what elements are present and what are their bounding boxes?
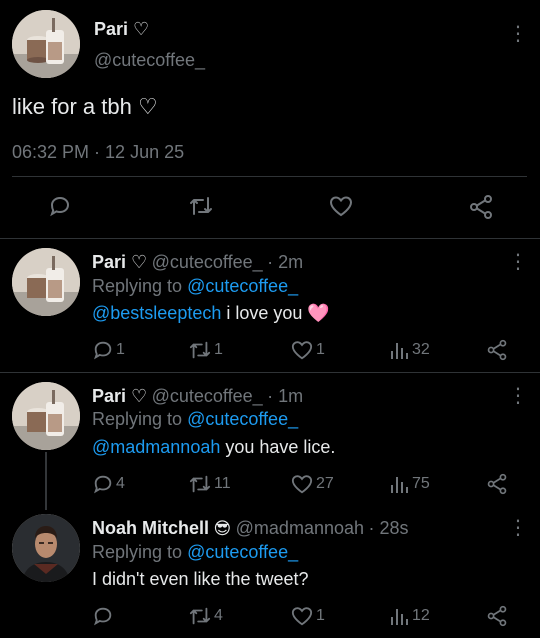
divider: [12, 176, 527, 177]
handle[interactable]: @cutecoffee_: [152, 252, 263, 272]
views-count: 75: [412, 475, 430, 492]
retweet-count: 4: [214, 607, 223, 624]
avatar-noah-image: [12, 514, 80, 582]
reply-button[interactable]: [92, 605, 116, 627]
more-icon[interactable]: ⋮: [508, 386, 528, 406]
more-icon[interactable]: ⋮: [508, 252, 528, 272]
display-name[interactable]: Pari ♡: [92, 252, 147, 272]
retweet-button[interactable]: 1: [188, 339, 223, 361]
retweet-icon: [189, 607, 211, 625]
reply-count: 4: [116, 475, 125, 492]
handle[interactable]: @madmannoah: [236, 518, 364, 538]
divider: [0, 238, 540, 239]
views-count: 12: [412, 607, 430, 624]
views-button[interactable]: 12: [390, 605, 430, 627]
share-icon[interactable]: [486, 473, 508, 500]
views-icon: [391, 609, 408, 625]
replying-prefix: Replying to: [92, 276, 183, 296]
avatar[interactable]: [12, 248, 80, 316]
replying-to: Replying to @cutecoffee_: [92, 276, 298, 297]
replying-to-link[interactable]: @cutecoffee_: [187, 542, 298, 562]
handle[interactable]: @cutecoffee_: [94, 50, 205, 71]
replying-to: Replying to @cutecoffee_: [92, 409, 298, 430]
thread-line: [45, 452, 47, 510]
reply-text: I didn't even like the tweet?: [92, 569, 309, 589]
like-icon: [291, 341, 313, 360]
avatar[interactable]: [12, 10, 80, 78]
replying-to: Replying to @cutecoffee_: [92, 542, 298, 563]
views-button[interactable]: 75: [390, 473, 430, 495]
replying-to-link[interactable]: @cutecoffee_: [187, 409, 298, 429]
share-icon[interactable]: [486, 339, 508, 366]
retweet-button[interactable]: 4: [188, 605, 223, 627]
like-icon: [291, 475, 313, 494]
tweet-text: like for a tbh ♡: [12, 94, 158, 119]
replying-prefix: Replying to: [92, 409, 183, 429]
reply-text: @madmannoah you have lice.: [92, 437, 335, 458]
replying-prefix: Replying to: [92, 542, 183, 562]
reply-age: · 2m: [267, 252, 304, 272]
display-name[interactable]: Noah Mitchell: [92, 518, 209, 538]
reply-count: 1: [116, 341, 125, 358]
reply-button[interactable]: 4: [92, 473, 125, 495]
like-icon: [291, 607, 313, 626]
reply-age: · 28s: [368, 518, 409, 538]
sunglasses-emoji: 😎: [213, 519, 232, 538]
retweet-count: 1: [214, 341, 223, 358]
retweet-button[interactable]: 11: [188, 473, 231, 495]
avatar-coffee-image: [12, 382, 80, 450]
like-count: 1: [316, 341, 325, 358]
reply-header: Pari ♡ @cutecoffee_ · 2m: [92, 252, 303, 273]
avatar-coffee-image: [12, 10, 80, 78]
reply-text: @bestsleeptech i love you 🩷: [92, 303, 330, 324]
display-name[interactable]: Pari ♡: [94, 19, 149, 40]
like-count: 27: [316, 475, 334, 492]
reply-button[interactable]: 1: [92, 339, 125, 361]
reply-body: you have lice.: [220, 437, 336, 457]
retweet-icon[interactable]: [188, 194, 214, 223]
views-count: 32: [412, 341, 430, 358]
divider: [0, 372, 540, 373]
views-icon: [391, 477, 408, 493]
replying-to-link[interactable]: @cutecoffee_: [187, 276, 298, 296]
handle[interactable]: @cutecoffee_: [152, 386, 263, 406]
avatar-coffee-image: [12, 248, 80, 316]
like-button[interactable]: 27: [290, 473, 334, 495]
views-button[interactable]: 32: [390, 339, 430, 361]
like-button[interactable]: 1: [290, 339, 325, 361]
display-name[interactable]: Pari ♡: [92, 386, 147, 406]
like-button[interactable]: 1: [290, 605, 325, 627]
tweet-timestamp: 06:32 PM · 12 Jun 25: [12, 142, 185, 162]
more-icon[interactable]: ⋮: [508, 518, 528, 538]
retweet-icon: [189, 341, 211, 359]
avatar[interactable]: [12, 514, 80, 582]
like-count: 1: [316, 607, 325, 624]
views-icon: [391, 343, 408, 359]
reply-icon: [94, 607, 112, 626]
avatar[interactable]: [12, 382, 80, 450]
share-icon[interactable]: [468, 194, 494, 225]
more-icon[interactable]: ⋮: [508, 24, 528, 44]
retweet-count: 11: [214, 475, 231, 492]
reply-body: i love you: [221, 303, 303, 323]
reply-header: Noah Mitchell 😎 @madmannoah · 28s: [92, 518, 409, 539]
share-icon[interactable]: [486, 605, 508, 632]
reply-header: Pari ♡ @cutecoffee_ · 1m: [92, 386, 303, 407]
reply-icon: [94, 341, 112, 360]
mention-link[interactable]: @bestsleeptech: [92, 303, 221, 323]
reply-icon[interactable]: [48, 194, 72, 223]
reply-icon: [94, 475, 112, 494]
retweet-icon: [189, 475, 211, 493]
pink-heart-emoji: 🩷: [307, 303, 330, 323]
reply-age: · 1m: [267, 386, 304, 406]
mention-link[interactable]: @madmannoah: [92, 437, 220, 457]
like-icon[interactable]: [328, 194, 354, 223]
